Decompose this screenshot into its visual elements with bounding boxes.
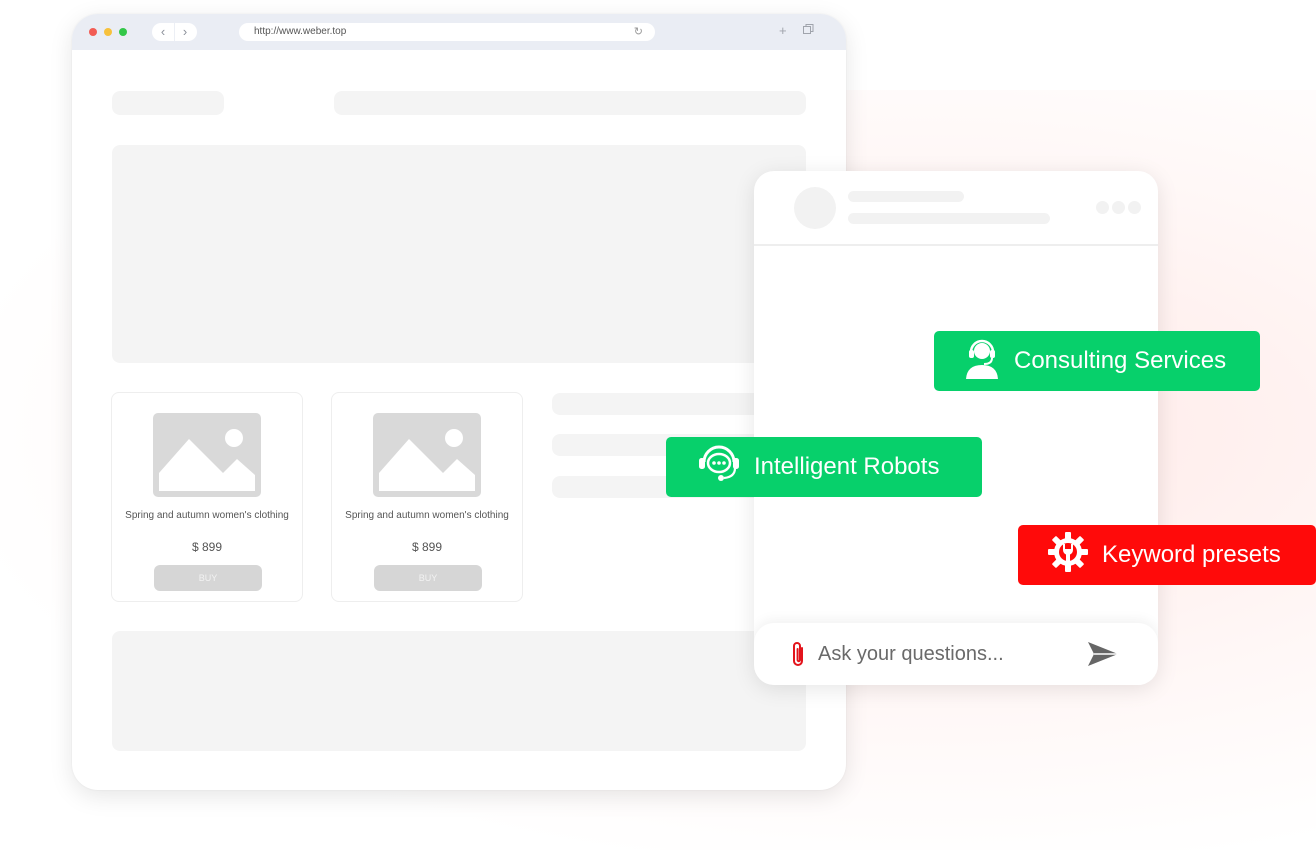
intelligent-robots-tag[interactable]: Intelligent Robots [666, 437, 982, 497]
text-line-placeholder [552, 393, 772, 415]
tag-label: Intelligent Robots [754, 453, 940, 480]
keyword-presets-tag[interactable]: Keyword presets [1018, 525, 1316, 585]
chevron-right-icon[interactable]: › [174, 23, 196, 41]
question-input[interactable] [818, 641, 1048, 667]
product-price: $ 899 [411, 540, 443, 554]
product-card: Spring and autumn women's clothing $ 899… [111, 392, 303, 602]
window-copy-icon[interactable] [803, 23, 814, 38]
logo-placeholder [112, 91, 224, 115]
browser-window: ‹ › http://www.weber.top ↻ + Spring and … [72, 14, 846, 790]
address-bar[interactable]: http://www.weber.top ↻ [239, 23, 655, 41]
send-icon[interactable] [1087, 641, 1119, 672]
url-text: http://www.weber.top [254, 26, 347, 37]
close-dot[interactable] [89, 28, 97, 36]
chat-input-bar [754, 623, 1158, 685]
paperclip-icon[interactable] [790, 640, 806, 673]
maximize-dot[interactable] [119, 28, 127, 36]
agent-status-placeholder [848, 213, 1050, 224]
browser-titlebar: ‹ › http://www.weber.top ↻ + [72, 14, 846, 50]
product-title: Spring and autumn women's clothing [345, 510, 509, 521]
reload-icon[interactable]: ↻ [634, 25, 643, 38]
product-price: $ 899 [191, 540, 223, 554]
plus-icon[interactable]: + [779, 23, 787, 38]
chat-robot-icon [698, 445, 740, 490]
footer-placeholder [112, 631, 806, 751]
product-title: Spring and autumn women's clothing [125, 510, 289, 521]
menu-dot[interactable] [1128, 201, 1141, 214]
agent-name-placeholder [848, 191, 964, 202]
banner-placeholder [112, 145, 806, 363]
menu-dot[interactable] [1096, 201, 1109, 214]
menu-dot[interactable] [1112, 201, 1125, 214]
tag-label: Consulting Services [1014, 347, 1227, 374]
image-placeholder-icon [373, 413, 481, 497]
chat-header [754, 171, 1158, 246]
nav-buttons: ‹ › [152, 23, 197, 41]
product-card: Spring and autumn women's clothing $ 899… [331, 392, 523, 602]
buy-button[interactable]: BUY [154, 565, 262, 591]
image-placeholder-icon [153, 413, 261, 497]
chevron-left-icon[interactable]: ‹ [152, 23, 175, 41]
consulting-services-tag[interactable]: Consulting Services [934, 331, 1260, 391]
headset-agent-icon [964, 337, 1000, 386]
nav-placeholder [334, 91, 806, 115]
gear-wrench-icon [1048, 531, 1088, 579]
avatar [794, 187, 836, 229]
tag-label: Keyword presets [1102, 541, 1281, 568]
chat-window [754, 171, 1158, 685]
buy-button[interactable]: BUY [374, 565, 482, 591]
minimize-dot[interactable] [104, 28, 112, 36]
